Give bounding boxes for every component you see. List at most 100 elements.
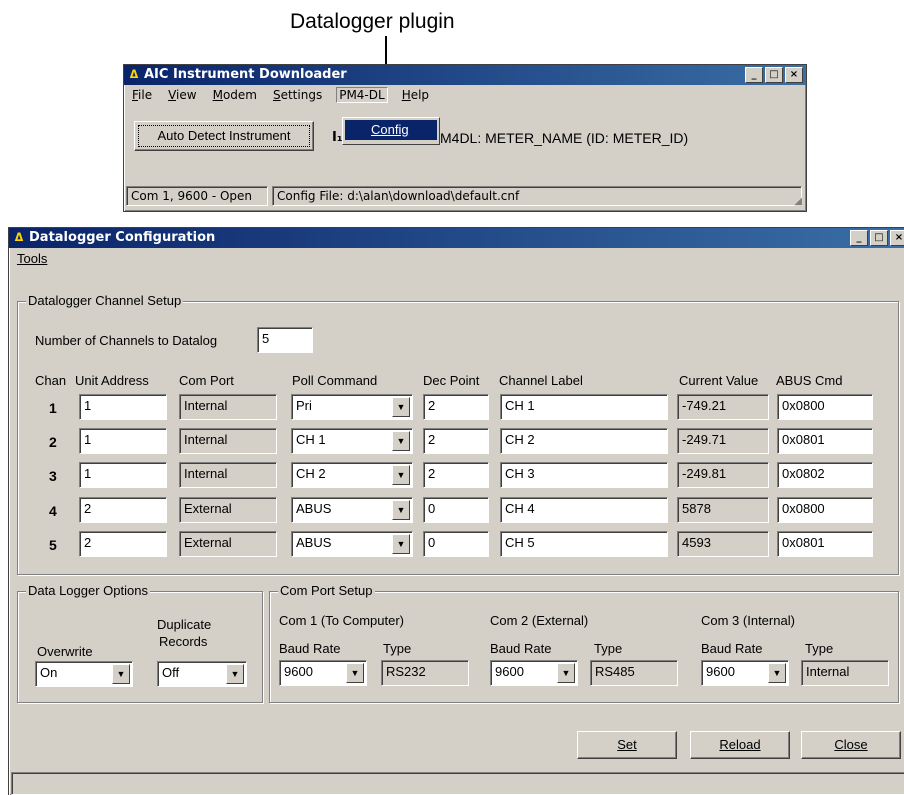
maximize-button[interactable]: □ [765, 67, 783, 83]
unit-address-input[interactable]: 2 [79, 497, 167, 523]
com3-baud-label: Baud Rate [701, 641, 763, 656]
duplicate-records-value: Off [162, 665, 180, 680]
aic-logo-icon: ᐃ [14, 231, 24, 244]
resize-grip-icon[interactable]: ◢ [794, 196, 802, 207]
config-window: ᐃ Datalogger Configuration _ □ × Tools D… [8, 227, 904, 795]
com-port-field: External [179, 531, 277, 557]
menu-modem[interactable]: Modem [211, 88, 259, 102]
popup-item-config[interactable]: Config [345, 120, 437, 140]
auto-detect-label: Auto Detect Instrument [157, 128, 291, 143]
status-right-text: Config File: d:\alan\download\default.cn… [277, 189, 520, 203]
poll-command-value: CH 2 [296, 466, 326, 481]
com2-baud-value: 9600 [495, 664, 524, 679]
header-unit-address: Unit Address [75, 373, 149, 388]
config-title: Datalogger Configuration [29, 230, 216, 245]
dec-point-input[interactable]: 0 [423, 531, 489, 557]
overwrite-label: Overwrite [37, 644, 93, 659]
overwrite-value: On [40, 665, 58, 680]
com-port-field: Internal [179, 428, 277, 454]
menu-settings[interactable]: Settings [271, 88, 324, 102]
num-channels-input[interactable]: 5 [257, 327, 313, 353]
poll-command-dropdown[interactable]: CH 1 ▼ [291, 428, 413, 454]
chevron-down-icon[interactable]: ▼ [346, 663, 364, 683]
header-com-port: Com Port [179, 373, 234, 388]
close-icon[interactable]: × [890, 230, 904, 246]
com1-baud-dropdown[interactable]: 9600 ▼ [279, 660, 367, 686]
maximize-button[interactable]: □ [870, 230, 888, 246]
chan-number: 2 [49, 434, 57, 450]
channel-label-input[interactable]: CH 4 [500, 497, 668, 523]
unit-address-input[interactable]: 2 [79, 531, 167, 557]
com2-type-label: Type [594, 641, 623, 656]
chevron-down-icon[interactable]: ▼ [392, 500, 410, 520]
chevron-down-icon[interactable]: ▼ [392, 397, 410, 417]
downloader-title: AIC Instrument Downloader [144, 67, 347, 82]
close-button[interactable]: Close [801, 731, 901, 759]
dec-point-input[interactable]: 0 [423, 497, 489, 523]
dec-point-input[interactable]: 2 [423, 394, 489, 420]
data-logger-options-title: Data Logger Options [26, 583, 150, 598]
downloader-titlebar[interactable]: ᐃ AIC Instrument Downloader _ □ × [124, 65, 806, 85]
chan-number: 5 [49, 537, 57, 553]
channel-label-input[interactable]: CH 3 [500, 462, 668, 488]
auto-detect-button[interactable]: Auto Detect Instrument [134, 121, 314, 151]
menu-file[interactable]: File [130, 88, 154, 102]
abus-cmd-input[interactable]: 0x0800 [777, 497, 873, 523]
minimize-button[interactable]: _ [850, 230, 868, 246]
com3-type-field: Internal [801, 660, 889, 686]
chevron-down-icon[interactable]: ▼ [392, 465, 410, 485]
poll-command-dropdown[interactable]: CH 2 ▼ [291, 462, 413, 488]
unit-address-input[interactable]: 1 [79, 428, 167, 454]
status-left: Com 1, 9600 - Open [126, 186, 268, 206]
dec-point-input[interactable]: 2 [423, 428, 489, 454]
meter-icon: I₁ [332, 130, 343, 145]
menu-view[interactable]: View [166, 88, 198, 102]
poll-command-dropdown[interactable]: ABUS ▼ [291, 497, 413, 523]
aic-logo-icon: ᐃ [129, 68, 139, 81]
com3-title: Com 3 (Internal) [701, 613, 795, 628]
menu-tools[interactable]: Tools [15, 251, 49, 266]
chevron-down-icon[interactable]: ▼ [768, 663, 786, 683]
pm4-dl-popup-menu: Config [342, 117, 440, 145]
com2-title: Com 2 (External) [490, 613, 589, 628]
chan-number: 3 [49, 468, 57, 484]
header-poll-command: Poll Command [292, 373, 378, 388]
abus-cmd-input[interactable]: 0x0801 [777, 531, 873, 557]
reload-button[interactable]: Reload [690, 731, 790, 759]
com2-baud-dropdown[interactable]: 9600 ▼ [490, 660, 578, 686]
com3-baud-dropdown[interactable]: 9600 ▼ [701, 660, 789, 686]
com1-baud-label: Baud Rate [279, 641, 341, 656]
poll-command-dropdown[interactable]: Pri ▼ [291, 394, 413, 420]
dec-point-input[interactable]: 2 [423, 462, 489, 488]
unit-address-input[interactable]: 1 [79, 462, 167, 488]
abus-cmd-input[interactable]: 0x0801 [777, 428, 873, 454]
chevron-down-icon[interactable]: ▼ [392, 534, 410, 554]
channel-label-input[interactable]: CH 5 [500, 531, 668, 557]
set-button-label: Set [617, 737, 637, 752]
com-port-field: Internal [179, 462, 277, 488]
menu-pm4-dl[interactable]: PM4-DL [336, 87, 388, 103]
set-button[interactable]: Set [577, 731, 677, 759]
com2-type-field: RS485 [590, 660, 678, 686]
header-channel-label: Channel Label [499, 373, 583, 388]
duplicate-records-dropdown[interactable]: Off ▼ [157, 661, 247, 687]
poll-command-dropdown[interactable]: ABUS ▼ [291, 531, 413, 557]
chevron-down-icon[interactable]: ▼ [392, 431, 410, 451]
chevron-down-icon[interactable]: ▼ [112, 664, 130, 684]
channel-label-input[interactable]: CH 2 [500, 428, 668, 454]
current-value-field: 5878 [677, 497, 769, 523]
current-value-field: 4593 [677, 531, 769, 557]
abus-cmd-input[interactable]: 0x0800 [777, 394, 873, 420]
chevron-down-icon[interactable]: ▼ [226, 664, 244, 684]
unit-address-input[interactable]: 1 [79, 394, 167, 420]
abus-cmd-input[interactable]: 0x0802 [777, 462, 873, 488]
close-icon[interactable]: × [785, 67, 803, 83]
chevron-down-icon[interactable]: ▼ [557, 663, 575, 683]
com2-baud-label: Baud Rate [490, 641, 552, 656]
config-titlebar[interactable]: ᐃ Datalogger Configuration _ □ × [9, 228, 904, 248]
menu-help[interactable]: Help [400, 88, 431, 102]
channel-setup-title: Datalogger Channel Setup [26, 293, 184, 308]
minimize-button[interactable]: _ [745, 67, 763, 83]
channel-label-input[interactable]: CH 1 [500, 394, 668, 420]
overwrite-dropdown[interactable]: On ▼ [35, 661, 133, 687]
